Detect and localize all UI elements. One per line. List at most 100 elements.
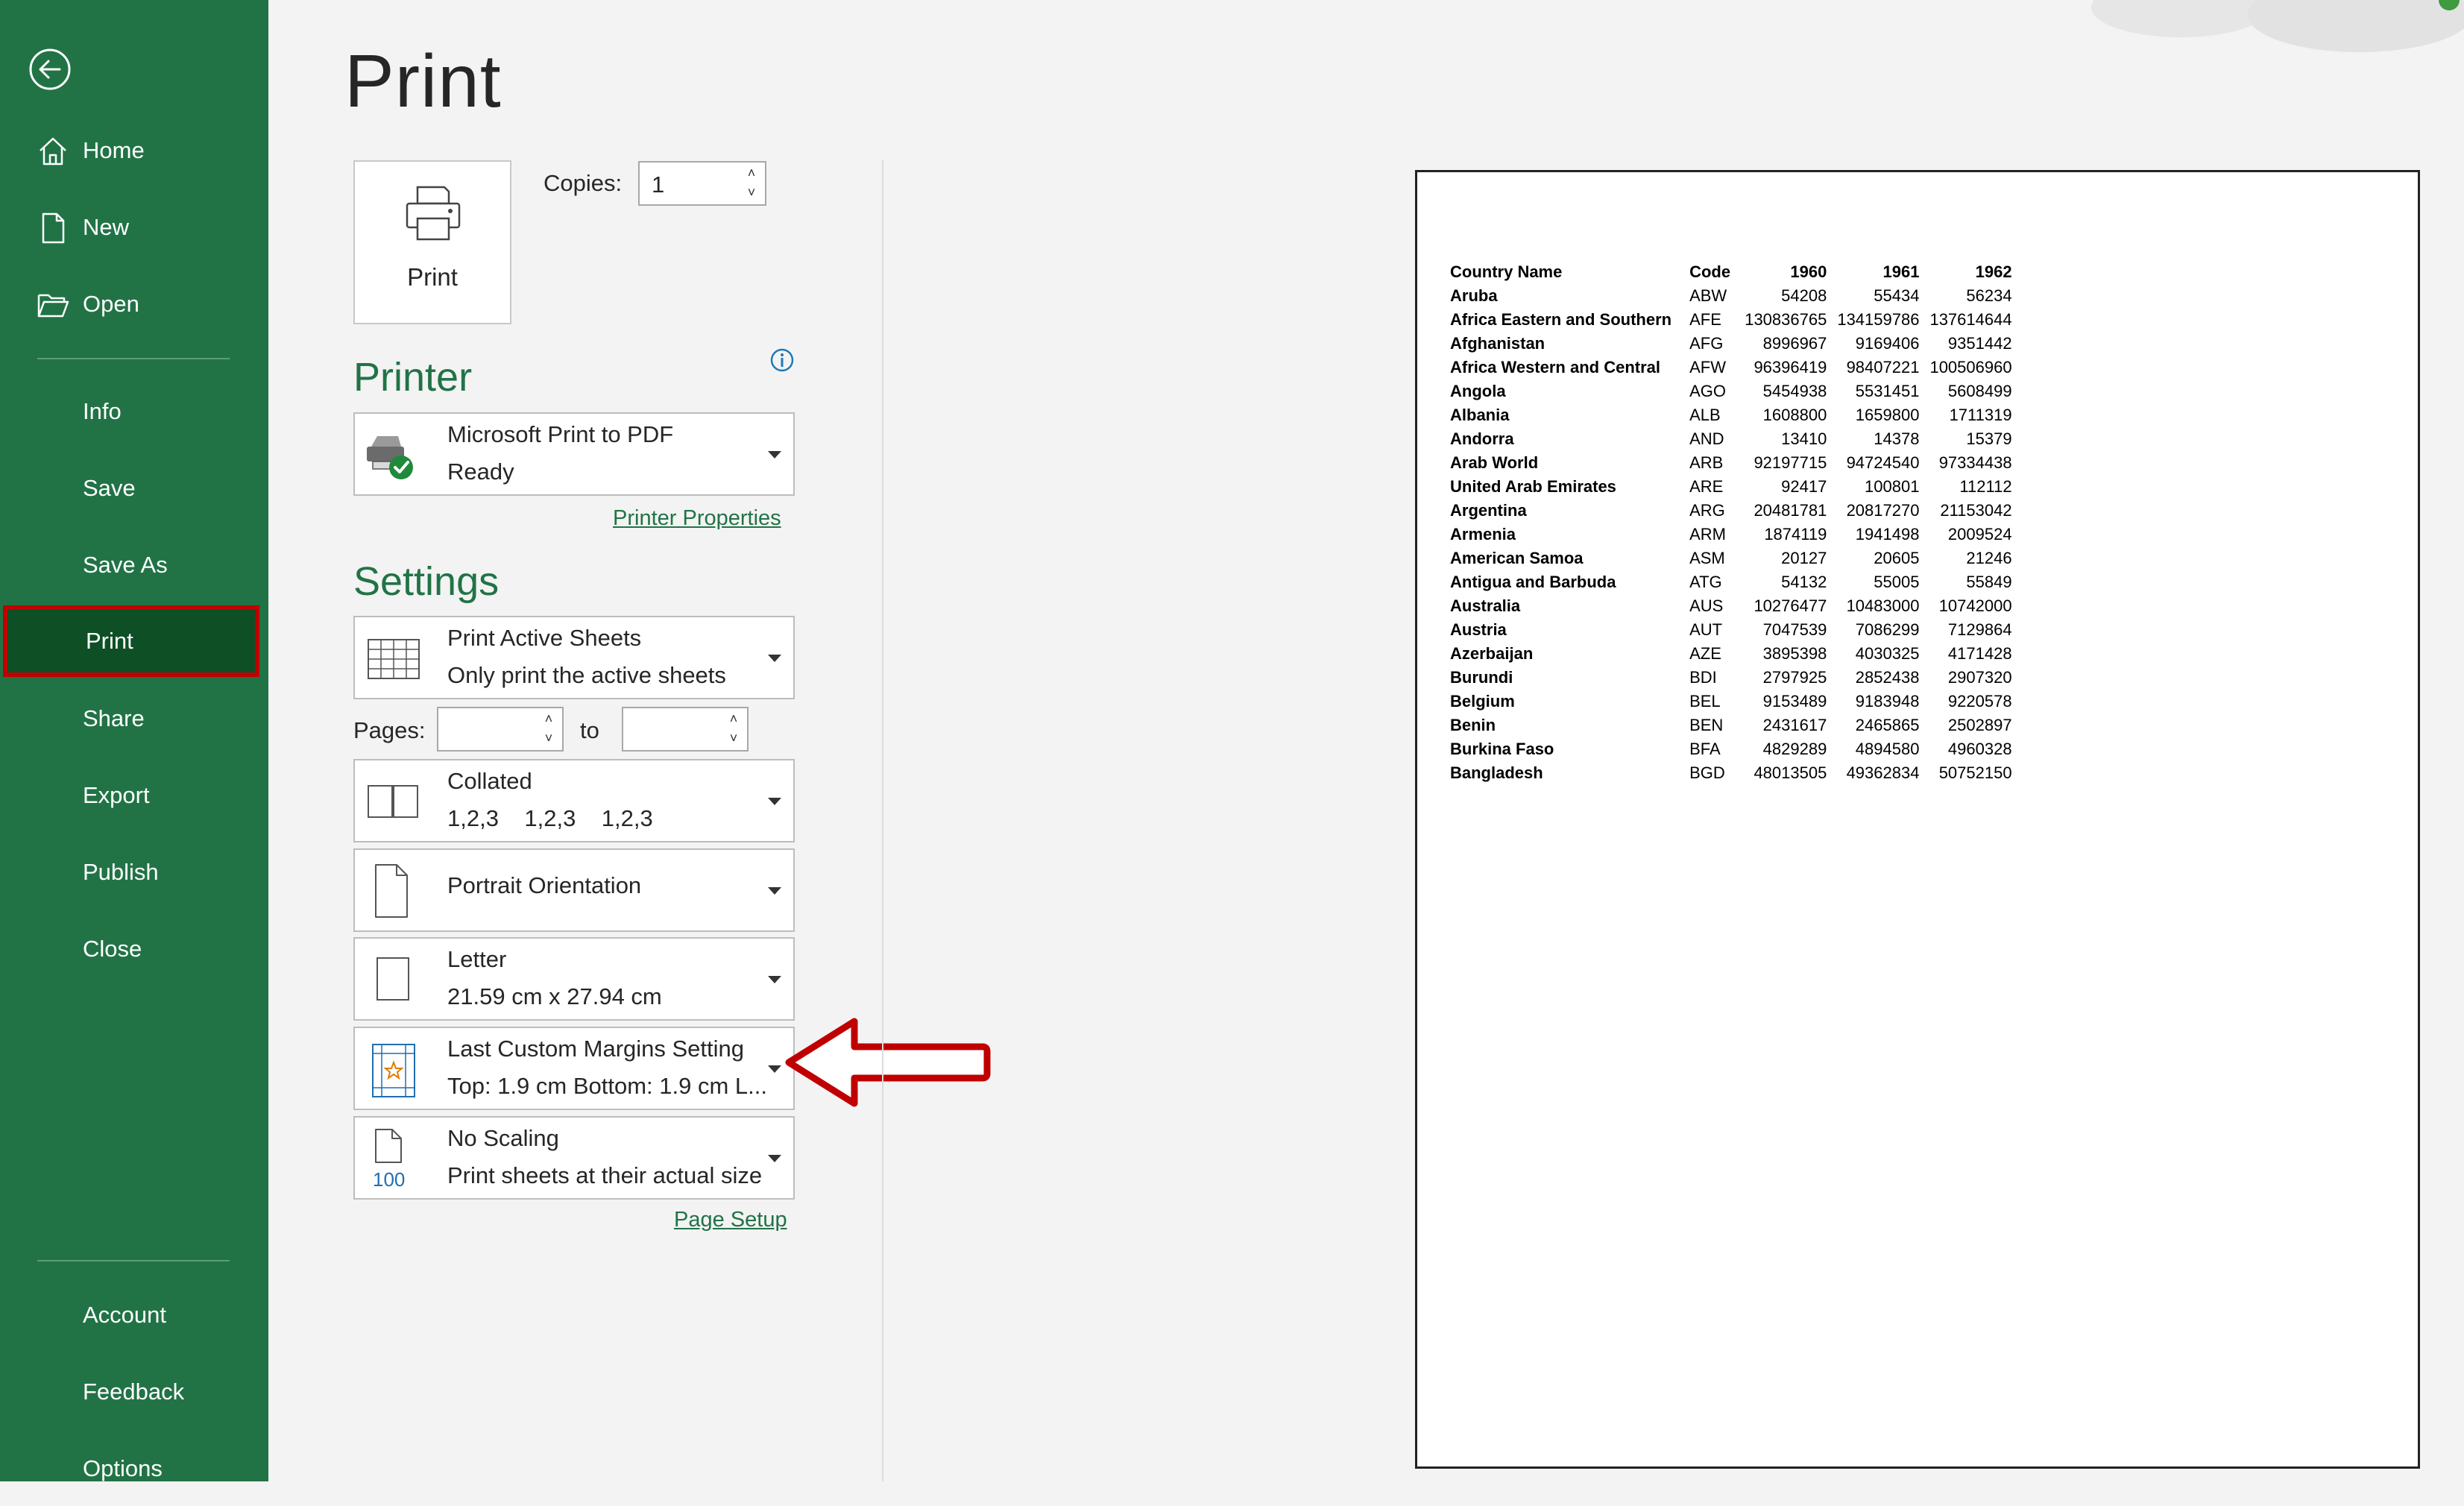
population-cell: 1711319: [1949, 406, 2012, 424]
country-name-cell: Armenia: [1450, 525, 1516, 544]
country-name-cell: Benin: [1450, 716, 1496, 734]
sidebar-item-label: Share: [83, 705, 145, 731]
population-cell: 4030325: [1855, 644, 1920, 663]
table-row: Burundi BDI 2797925 2852438 2907320: [1447, 666, 2015, 690]
sidebar-item-label: Open: [83, 291, 139, 317]
country-name-cell: Antigua and Barbuda: [1450, 573, 1616, 591]
population-cell: 9351442: [1947, 334, 2012, 353]
chevron-down-icon[interactable]: ˅: [726, 731, 741, 746]
sidebar-item-close[interactable]: Close: [0, 912, 265, 986]
print-what-dropdown[interactable]: Print Active Sheets Only print the activ…: [353, 616, 795, 699]
population-cell: 15379: [1966, 429, 2012, 448]
orientation-title: Portrait Orientation: [447, 872, 642, 898]
population-cell: 94724540: [1846, 453, 1920, 472]
pages-from-input[interactable]: ˄ ˅: [437, 707, 564, 752]
country-code-cell: ATG: [1689, 573, 1722, 591]
population-cell: 97334438: [1938, 453, 2012, 472]
collation-dropdown[interactable]: Collated 1,2,3 1,2,3 1,2,3: [353, 759, 795, 842]
dropdown-arrow-icon: [768, 1065, 781, 1073]
table-row: Africa Western and Central AFW 96396419 984…: [1447, 356, 2015, 379]
table-row: Aruba ABW 54208 55434 56234: [1447, 284, 2015, 308]
scaling-dropdown[interactable]: 100 No Scaling Print sheets at their act…: [353, 1116, 795, 1200]
sidebar-item-open[interactable]: Open: [0, 267, 265, 341]
sidebar-item-share[interactable]: Share: [0, 681, 265, 756]
printer-ready-icon: [367, 436, 413, 479]
sidebar-item-print[interactable]: Print: [3, 605, 259, 677]
print-button[interactable]: Print: [353, 160, 511, 324]
table-row: Austria AUT 7047539 7086299 7129864: [1447, 618, 2015, 642]
margins-dropdown[interactable]: Last Custom Margins Setting Top: 1.9 cm …: [353, 1027, 795, 1110]
table-row: United Arab Emirates ARE 92417 100801 112112: [1447, 475, 2015, 499]
sidebar-item-save[interactable]: Save: [0, 451, 265, 526]
sidebar-item-publish[interactable]: Publish: [0, 835, 265, 910]
table-row: Armenia ARM 1874119 1941498 2009524: [1447, 523, 2015, 546]
paper-size-title: Letter: [447, 946, 507, 972]
population-cell: 21153042: [1940, 501, 2012, 520]
population-cell: 98407221: [1846, 358, 1920, 376]
custom-margins-icon: [372, 1044, 415, 1097]
country-code-cell: BEN: [1689, 716, 1724, 734]
chevron-up-icon[interactable]: ˄: [744, 166, 759, 180]
country-name-cell: Bangladesh: [1450, 763, 1543, 782]
sidebar-item-new[interactable]: New: [0, 190, 265, 265]
population-cell: 20481781: [1754, 501, 1827, 520]
chevron-down-icon[interactable]: ˅: [744, 185, 759, 200]
population-cell: 9153489: [1762, 692, 1827, 711]
sidebar-item-feedback[interactable]: Feedback: [0, 1355, 265, 1429]
country-name-cell: Burkina Faso: [1450, 740, 1554, 758]
home-icon: [40, 137, 66, 166]
country-code-cell: ARM: [1689, 525, 1726, 544]
info-icon[interactable]: [769, 347, 795, 373]
back-arrow-icon[interactable]: [25, 45, 75, 94]
chevron-up-icon[interactable]: ˄: [541, 711, 556, 726]
preview-table: Country Name Code 1960 1961 1962 Aruba AB…: [1447, 260, 2015, 785]
table-row: Argentina ARG 20481781 20817270 21153042: [1447, 499, 2015, 523]
dropdown-arrow-icon: [768, 976, 781, 983]
population-cell: 20127: [1781, 549, 1827, 567]
margins-subtitle: Top: 1.9 cm Bottom: 1.9 cm L...: [447, 1073, 768, 1099]
copies-value: 1: [652, 171, 665, 198]
country-name-cell: Belgium: [1450, 692, 1515, 711]
paper-size-dropdown[interactable]: Letter 21.59 cm x 27.94 cm: [353, 937, 795, 1021]
sidebar-item-save-as[interactable]: Save As: [0, 528, 265, 602]
paper-size-icon: [376, 957, 409, 1001]
sidebar-item-account[interactable]: Account: [0, 1278, 265, 1352]
sidebar-item-label: Feedback: [83, 1379, 185, 1405]
sidebar-item-home[interactable]: Home: [0, 113, 265, 188]
chevron-up-icon[interactable]: ˄: [726, 711, 741, 726]
printer-dropdown[interactable]: Microsoft Print to PDF Ready: [353, 412, 795, 496]
decorative-corner-art: [2091, 0, 2464, 52]
country-name-cell: American Samoa: [1450, 549, 1584, 567]
copies-label: Copies:: [543, 170, 623, 196]
population-cell: 2797925: [1762, 668, 1827, 687]
sidebar-divider: [37, 358, 230, 359]
sidebar-item-options[interactable]: Options: [0, 1431, 265, 1506]
sidebar-item-info[interactable]: Info: [0, 374, 265, 449]
orientation-dropdown[interactable]: Portrait Orientation: [353, 848, 795, 932]
country-code-cell: AFG: [1689, 334, 1724, 353]
country-name-cell: United Arab Emirates: [1450, 477, 1616, 496]
sidebar-item-export[interactable]: Export: [0, 758, 265, 833]
printer-properties-link[interactable]: Printer Properties: [613, 506, 781, 531]
printer-name: Microsoft Print to PDF: [447, 421, 674, 447]
copies-input[interactable]: 1 ˄ ˅: [638, 161, 766, 206]
country-code-cell: ARE: [1689, 477, 1724, 496]
country-name-cell: Australia: [1450, 596, 1521, 615]
table-row: Andorra AND 13410 14378 15379: [1447, 427, 2015, 451]
sidebar-divider: [37, 1260, 230, 1261]
sheet-grid-icon: [368, 639, 420, 679]
country-code-cell: BEL: [1689, 692, 1721, 711]
population-cell: 7047539: [1762, 620, 1827, 639]
population-cell: 3895398: [1762, 644, 1827, 663]
country-code-cell: BFA: [1689, 740, 1721, 758]
page-setup-link[interactable]: Page Setup: [674, 1208, 787, 1232]
pages-to-input[interactable]: ˄ ˅: [622, 707, 749, 752]
population-cell: 54132: [1781, 573, 1827, 591]
sidebar-item-label: Save As: [83, 552, 168, 578]
country-name-cell: Albania: [1450, 406, 1510, 424]
chevron-down-icon[interactable]: ˅: [541, 731, 556, 746]
population-cell: 7086299: [1855, 620, 1920, 639]
sidebar-item-label: New: [83, 214, 130, 240]
print-what-title: Print Active Sheets: [447, 625, 642, 651]
backstage-sidebar: Home New Open Info Save Save As Print Sh…: [0, 0, 268, 1481]
